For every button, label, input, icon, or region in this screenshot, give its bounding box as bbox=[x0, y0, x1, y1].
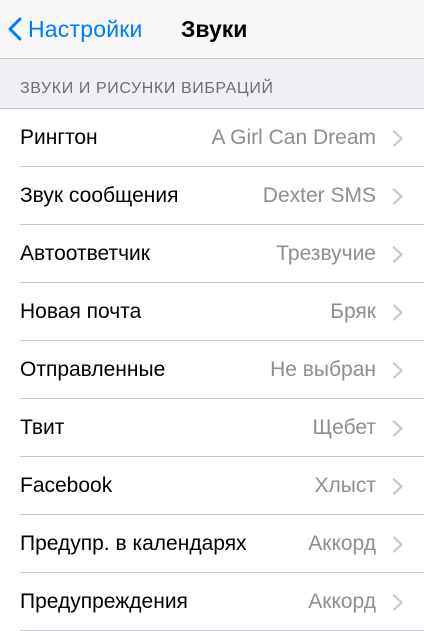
chevron-right-icon bbox=[392, 304, 403, 321]
row-label: Автоответчик bbox=[20, 242, 150, 265]
list-item-calendar-alerts[interactable]: Предупр. в календарях Аккорд bbox=[0, 515, 424, 573]
row-value: Трезвучие bbox=[276, 242, 376, 265]
back-button-label: Настройки bbox=[28, 15, 143, 42]
row-value: Хлыст bbox=[314, 474, 376, 497]
chevron-right-icon bbox=[392, 594, 403, 611]
row-label: Звук сообщения bbox=[20, 184, 179, 207]
row-value: Аккорд bbox=[308, 532, 376, 555]
chevron-right-icon bbox=[392, 420, 403, 437]
list-item-tweet[interactable]: Твит Щебет bbox=[0, 399, 424, 457]
chevron-right-icon bbox=[392, 188, 403, 205]
list-item-message-sound[interactable]: Звук сообщения Dexter SMS bbox=[0, 167, 424, 225]
chevron-right-icon bbox=[392, 478, 403, 495]
row-label: Предупр. в календарях bbox=[20, 532, 247, 555]
row-value: A Girl Can Dream bbox=[211, 126, 376, 149]
chevron-right-icon bbox=[392, 246, 403, 263]
row-value: Щебет bbox=[312, 416, 376, 439]
list-item-ringtone[interactable]: Рингтон A Girl Can Dream bbox=[0, 109, 424, 167]
row-label: Facebook bbox=[20, 474, 113, 497]
list-item-facebook[interactable]: Facebook Хлыст bbox=[0, 457, 424, 515]
row-label: Твит bbox=[20, 416, 65, 439]
list-item-reminder-alerts[interactable]: Предупреждения Аккорд bbox=[0, 573, 424, 631]
list-item-voicemail[interactable]: Автоответчик Трезвучие bbox=[0, 225, 424, 283]
row-value: Бряк bbox=[330, 300, 376, 323]
list-item-new-mail[interactable]: Новая почта Бряк bbox=[0, 283, 424, 341]
back-button[interactable]: Настройки bbox=[8, 12, 143, 46]
chevron-right-icon bbox=[392, 536, 403, 553]
section-header: ЗВУКИ И РИСУНКИ ВИБРАЦИЙ bbox=[20, 80, 274, 97]
chevron-right-icon bbox=[392, 362, 403, 379]
chevron-left-icon bbox=[8, 17, 22, 41]
row-label: Новая почта bbox=[20, 300, 142, 323]
row-value: Аккорд bbox=[308, 590, 376, 613]
sounds-list: Рингтон A Girl Can Dream Звук сообщения … bbox=[0, 108, 424, 631]
row-value: Dexter SMS bbox=[262, 184, 376, 207]
row-label: Рингтон bbox=[20, 126, 98, 149]
list-item-sent-mail[interactable]: Отправленные Не выбран bbox=[0, 341, 424, 399]
row-value: Не выбран bbox=[270, 358, 376, 381]
chevron-right-icon bbox=[392, 130, 403, 147]
navigation-bar: Настройки Звуки bbox=[0, 0, 424, 59]
row-label: Отправленные bbox=[20, 358, 166, 381]
row-label: Предупреждения bbox=[20, 590, 188, 613]
page-title: Звуки bbox=[181, 16, 248, 42]
